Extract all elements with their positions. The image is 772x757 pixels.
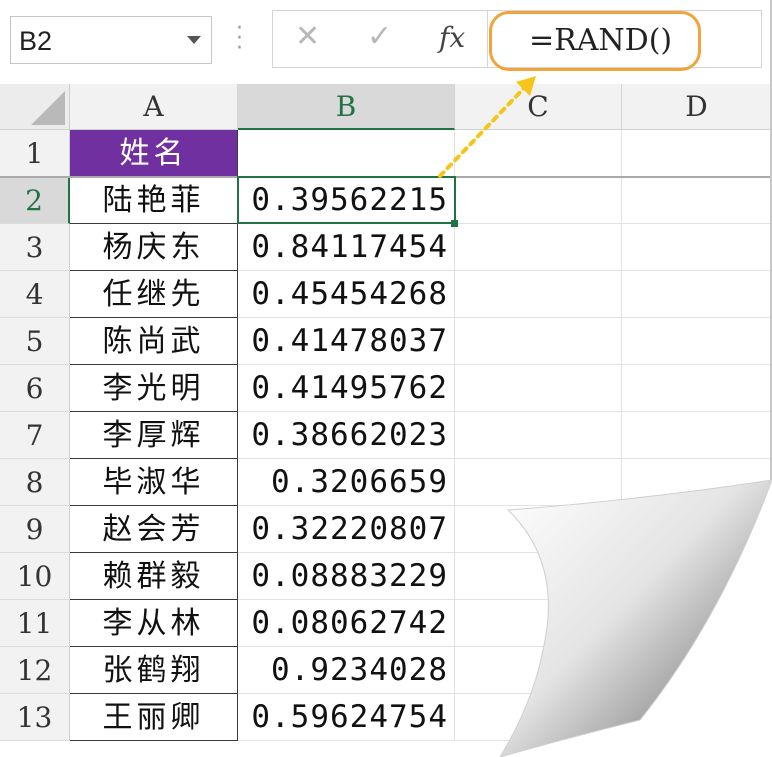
drag-handle-icon[interactable]: · · ·: [236, 18, 243, 60]
cell-d11[interactable]: [622, 600, 772, 647]
cell-d2[interactable]: [622, 177, 772, 224]
cell-c1[interactable]: [455, 130, 622, 177]
cell-b6-value[interactable]: 0.41495762: [238, 365, 455, 412]
cell-c13[interactable]: [455, 694, 622, 741]
cell-c12[interactable]: [455, 647, 622, 694]
cell-d13[interactable]: [622, 694, 772, 741]
cell-b3-value[interactable]: 0.84117454: [238, 224, 455, 271]
cell-c11[interactable]: [455, 600, 622, 647]
cell-a9-name[interactable]: 赵会芳: [70, 506, 238, 553]
cell-d8[interactable]: [622, 459, 772, 506]
cell-a3-name[interactable]: 杨庆东: [70, 224, 238, 271]
cell-b5-value[interactable]: 0.41478037: [238, 318, 455, 365]
row-header-1[interactable]: 1: [0, 130, 70, 177]
check-icon[interactable]: ✓: [367, 19, 392, 54]
cell-b8-value[interactable]: 0.3206659: [238, 459, 455, 506]
chevron-down-icon[interactable]: [187, 36, 201, 44]
column-header-d[interactable]: D: [622, 84, 772, 130]
cell-a10-name[interactable]: 赖群毅: [70, 553, 238, 600]
cell-c2[interactable]: [455, 177, 622, 224]
select-all-triangle-icon: [31, 91, 65, 125]
row-header-11[interactable]: 11: [0, 600, 70, 647]
fx-icon[interactable]: fx: [439, 21, 465, 54]
cell-c5[interactable]: [455, 318, 622, 365]
column-header-c[interactable]: C: [455, 84, 622, 130]
cell-b9-value[interactable]: 0.32220807: [238, 506, 455, 553]
cell-d4[interactable]: [622, 271, 772, 318]
column-header-b[interactable]: B: [238, 84, 455, 130]
cell-c9[interactable]: [455, 506, 622, 553]
row-header-3[interactable]: 3: [0, 224, 70, 271]
cell-a11-name[interactable]: 李从林: [70, 600, 238, 647]
cell-c7[interactable]: [455, 412, 622, 459]
cell-d12[interactable]: [622, 647, 772, 694]
row-header-7[interactable]: 7: [0, 412, 70, 459]
cell-b10-value[interactable]: 0.08883229: [238, 553, 455, 600]
cell-b7-value[interactable]: 0.38662023: [238, 412, 455, 459]
cell-a12-name[interactable]: 张鹤翔: [70, 647, 238, 694]
name-box-value: B2: [19, 26, 53, 56]
fill-handle[interactable]: [451, 220, 458, 227]
select-all-button[interactable]: [0, 84, 70, 130]
cell-c6[interactable]: [455, 365, 622, 412]
cell-c3[interactable]: [455, 224, 622, 271]
cell-c4[interactable]: [455, 271, 622, 318]
row-header-10[interactable]: 10: [0, 553, 70, 600]
cell-b11-value[interactable]: 0.08062742: [238, 600, 455, 647]
worksheet: ABCD 1 姓名 2 陆艳菲 0.39562215 3 杨庆东 0.84117454 4 任继先…: [0, 84, 772, 757]
row-header-4[interactable]: 4: [0, 271, 70, 318]
name-box[interactable]: B2: [10, 16, 212, 64]
cell-a7-name[interactable]: 李厚辉: [70, 412, 238, 459]
cell-a2-name[interactable]: 陆艳菲: [70, 177, 238, 224]
formula-divider: [487, 11, 488, 67]
row-header-5[interactable]: 5: [0, 318, 70, 365]
formula-callout: [489, 11, 701, 71]
cell-a8-name[interactable]: 毕淑华: [70, 459, 238, 506]
cell-b4-value[interactable]: 0.45454268: [238, 271, 455, 318]
cell-c8[interactable]: [455, 459, 622, 506]
cell-b12-value[interactable]: 0.9234028: [238, 647, 455, 694]
cell-d1[interactable]: [622, 130, 772, 177]
cell-d6[interactable]: [622, 365, 772, 412]
cell-d9[interactable]: [622, 506, 772, 553]
column-header-a[interactable]: A: [70, 84, 238, 130]
cell-d7[interactable]: [622, 412, 772, 459]
cell-b1-value[interactable]: [238, 130, 455, 177]
cell-a1-name-header[interactable]: 姓名: [70, 130, 238, 177]
cell-c10[interactable]: [455, 553, 622, 600]
cell-b13-value[interactable]: 0.59624754: [238, 694, 455, 741]
cell-a13-name[interactable]: 王丽卿: [70, 694, 238, 741]
row-header-6[interactable]: 6: [0, 365, 70, 412]
cell-d5[interactable]: [622, 318, 772, 365]
row-header-13[interactable]: 13: [0, 694, 70, 741]
row-header-8[interactable]: 8: [0, 459, 70, 506]
cell-a5-name[interactable]: 陈尚武: [70, 318, 238, 365]
close-icon[interactable]: ✕: [295, 19, 320, 54]
cell-a6-name[interactable]: 李光明: [70, 365, 238, 412]
row-header-12[interactable]: 12: [0, 647, 70, 694]
row-header-2[interactable]: 2: [0, 177, 70, 224]
cell-d3[interactable]: [622, 224, 772, 271]
active-cell-border: [237, 176, 456, 224]
cell-d10[interactable]: [622, 553, 772, 600]
row-header-9[interactable]: 9: [0, 506, 70, 553]
cell-a4-name[interactable]: 任继先: [70, 271, 238, 318]
